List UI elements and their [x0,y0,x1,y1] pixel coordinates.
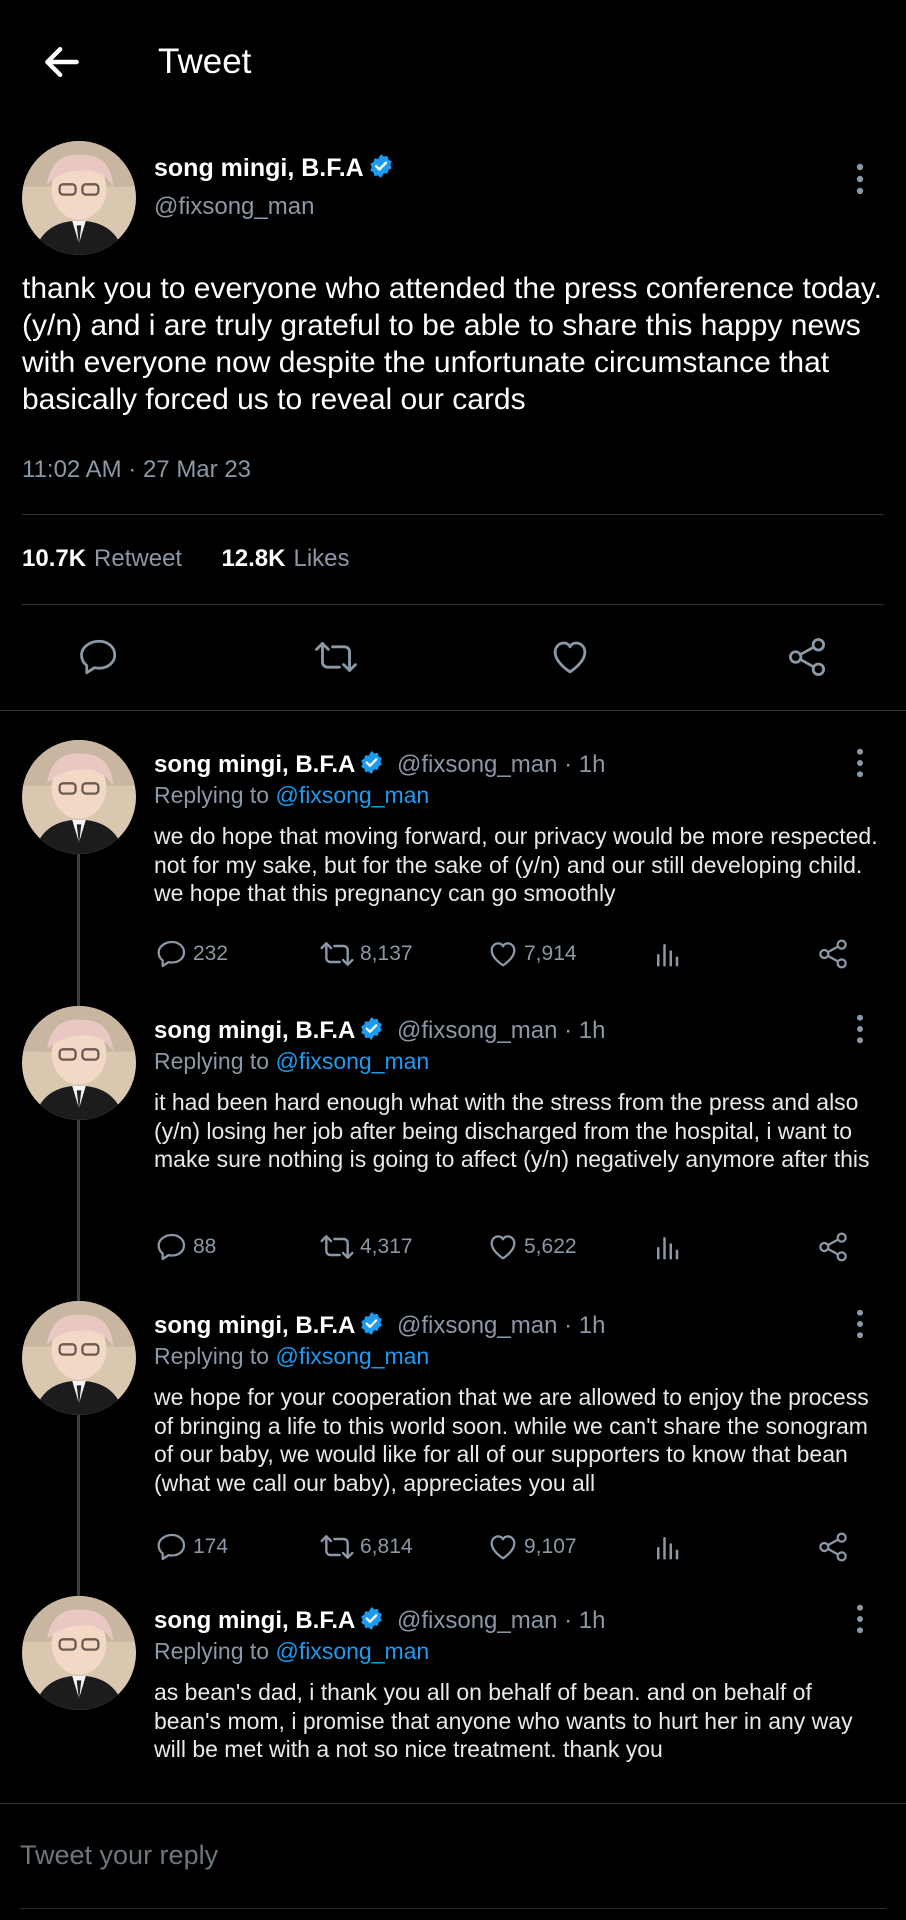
replying-to-link[interactable]: @fixsong_man [275,1343,429,1369]
author-name-row[interactable]: song mingi, B.F.A [154,153,394,183]
divider [22,514,884,515]
retweets-stat[interactable]: 10.7K Retweet [22,545,182,572]
back-arrow-icon[interactable] [40,40,84,84]
more-vertical-icon[interactable] [848,1603,872,1635]
author-name: song mingi, B.F.A [154,154,364,182]
reply-actions: 88 4,317 5,622 [0,1231,906,1265]
reply-header: song mingi, B.F.A @fixsong_man · 1h [154,1606,605,1635]
handle-time: @fixsong_man · 1h [397,751,606,778]
avatar[interactable] [22,141,136,255]
comment-icon[interactable] [78,636,120,678]
retweet-icon[interactable] [314,636,358,678]
handle-time: @fixsong_man · 1h [397,1312,606,1339]
retweet-count: 6,814 [360,1535,413,1558]
verified-badge-icon [360,1311,384,1336]
reply-text: it had been hard enough what with the st… [154,1089,870,1172]
retweet-icon[interactable] [318,1231,356,1263]
retweet-action[interactable]: 4,317 [318,1231,413,1263]
author-handle[interactable]: @fixsong_man [154,193,314,221]
author-name[interactable]: song mingi, B.F.A [154,751,355,778]
comment-action[interactable]: 232 [155,938,228,970]
more-vertical-icon[interactable] [848,1013,872,1045]
replying-to: Replying to @fixsong_man [154,782,430,808]
author-name[interactable]: song mingi, B.F.A [154,1607,355,1634]
replying-to-link[interactable]: @fixsong_man [275,1048,429,1074]
divider [0,1803,906,1804]
reply-text: as bean's dad, i thank you all on behalf… [154,1679,853,1762]
share-icon[interactable] [816,938,850,970]
reply-text: we hope for your cooperation that we are… [154,1384,869,1496]
handle-time: @fixsong_man · 1h [397,1607,606,1634]
comment-icon[interactable] [155,1531,189,1563]
reply-header: song mingi, B.F.A @fixsong_man · 1h [154,750,605,779]
likes-stat[interactable]: 12.8K Likes [221,545,349,572]
like-count: 9,107 [524,1535,577,1558]
like-icon[interactable] [548,636,592,678]
share-icon[interactable] [816,1231,850,1263]
analytics-icon[interactable] [652,938,682,970]
share-icon[interactable] [816,1531,850,1563]
more-vertical-icon[interactable] [848,747,872,779]
more-vertical-icon[interactable] [848,162,872,196]
like-count: 7,914 [524,942,577,965]
author-name[interactable]: song mingi, B.F.A [154,1312,355,1339]
replying-to-link[interactable]: @fixsong_man [275,782,429,808]
comment-count: 232 [193,942,229,965]
divider [20,1908,886,1909]
header: Tweet [0,0,906,125]
replying-to-link[interactable]: @fixsong_man [275,1638,429,1664]
reply-header: song mingi, B.F.A @fixsong_man · 1h [154,1016,605,1045]
comment-action[interactable]: 88 [155,1231,216,1263]
like-count: 5,622 [524,1235,577,1258]
like-action[interactable]: 7,914 [486,938,577,970]
author-name[interactable]: song mingi, B.F.A [154,1017,355,1044]
retweet-count: 8,137 [360,942,413,965]
reply-text: we do hope that moving forward, our priv… [154,823,878,906]
divider [0,710,906,711]
retweet-icon[interactable] [318,938,356,970]
handle-time: @fixsong_man · 1h [397,1017,606,1044]
replying-to: Replying to @fixsong_man [154,1638,430,1664]
reply-header: song mingi, B.F.A @fixsong_man · 1h [154,1311,605,1340]
avatar[interactable] [22,1006,136,1120]
comment-icon[interactable] [155,1231,189,1263]
retweet-icon[interactable] [318,1531,356,1563]
tweet-stats: 10.7K Retweet 12.8K Likes [22,545,350,573]
like-icon[interactable] [486,1231,520,1263]
retweet-action[interactable]: 8,137 [318,938,413,970]
reply-actions: 232 8,137 7,914 [0,938,906,972]
avatar[interactable] [22,740,136,854]
comment-icon[interactable] [155,938,189,970]
more-vertical-icon[interactable] [848,1308,872,1340]
avatar[interactable] [22,1596,136,1710]
verified-badge-icon [360,750,384,775]
comment-count: 174 [193,1535,229,1558]
like-action[interactable]: 9,107 [486,1531,577,1563]
replying-to: Replying to @fixsong_man [154,1343,430,1369]
share-icon[interactable] [785,636,829,678]
verified-badge-icon [368,153,393,179]
analytics-icon[interactable] [652,1231,682,1263]
verified-badge-icon [360,1606,384,1631]
like-icon[interactable] [486,938,520,970]
analytics-icon[interactable] [652,1531,682,1563]
tweet-timestamp: 11:02 AM · 27 Mar 23 [22,456,252,483]
tweet-text: thank you to everyone who attended the p… [22,272,883,416]
like-icon[interactable] [486,1531,520,1563]
reply-input[interactable]: Tweet your reply [20,1840,218,1871]
page-title: Tweet [158,42,252,81]
avatar[interactable] [22,1301,136,1415]
divider [22,604,884,605]
retweet-count: 4,317 [360,1235,413,1258]
retweet-action[interactable]: 6,814 [318,1531,413,1563]
comment-count: 88 [193,1235,217,1258]
like-action[interactable]: 5,622 [486,1231,577,1263]
replying-to: Replying to @fixsong_man [154,1048,430,1074]
verified-badge-icon [360,1016,384,1041]
comment-action[interactable]: 174 [155,1531,228,1563]
reply-actions: 174 6,814 9,107 [0,1531,906,1565]
